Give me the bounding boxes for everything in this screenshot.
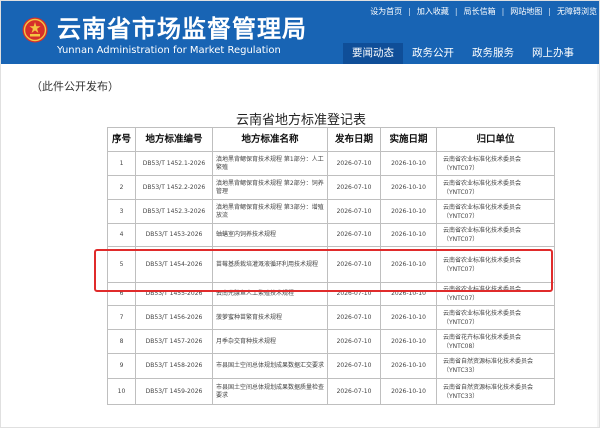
cell-code: DB53/T 1458-2026 bbox=[135, 353, 213, 379]
cell-impl-date: 2026-10-10 bbox=[380, 199, 437, 224]
nav-item-news[interactable]: 要闻动态 bbox=[343, 43, 403, 64]
cell-name: 菠萝蜜种苗繁育技术规程 bbox=[212, 305, 328, 330]
table-row: 7 DB53/T 1456-2026 菠萝蜜种苗繁育技术规程 2026-07-10 20… bbox=[107, 305, 555, 330]
cell-name: 滇地黑背鳃保育技术规程 第1部分：人工繁殖 bbox=[212, 151, 328, 176]
cell-no: 3 bbox=[107, 199, 136, 224]
cell-no: 2 bbox=[107, 175, 136, 200]
cell-impl-date: 2026-10-10 bbox=[380, 282, 437, 306]
publish-notice: （此件公开发布） bbox=[31, 80, 119, 93]
top-link-home[interactable]: 设为首页 bbox=[370, 7, 402, 17]
cell-unit: 云南省农业标准化技术委员会（YNTC07） bbox=[436, 305, 555, 330]
site-name-en: Yunnan Administration for Market Regulat… bbox=[57, 45, 281, 56]
cell-no: 10 bbox=[107, 378, 136, 405]
standards-table: 序号 地方标准编号 地方标准名称 发布日期 实施日期 归口单位 1 DB53/T … bbox=[107, 127, 555, 405]
national-emblem-icon bbox=[22, 17, 48, 43]
cell-no: 9 bbox=[107, 353, 136, 379]
table-row: 8 DB53/T 1457-2026 月季杂交育种技术规程 2026-07-10 202… bbox=[107, 329, 555, 354]
cell-impl-date: 2026-10-10 bbox=[380, 151, 437, 176]
cell-pub-date: 2026-07-10 bbox=[327, 223, 381, 247]
cell-unit: 云南省农业标准化技术委员会（YNTC07） bbox=[436, 151, 555, 176]
cell-name: 滇地黑背鳃保育技术规程 第2部分：饲养管理 bbox=[212, 175, 328, 200]
cell-name: 月季杂交育种技术规程 bbox=[212, 329, 328, 354]
cell-code: DB53/T 1457-2026 bbox=[135, 329, 213, 354]
cell-unit: 云南省自然资源标准化技术委员会（YNTC33） bbox=[436, 353, 555, 379]
cell-name: 市县国土空间总体规划成果数据质量检查要求 bbox=[212, 378, 328, 405]
cell-unit: 云南省农业标准化技术委员会（YNTC07） bbox=[436, 175, 555, 200]
cell-pub-date: 2026-07-10 bbox=[327, 282, 381, 306]
page: 云南省市场监督管理局 Yunnan Administration for Mar… bbox=[0, 0, 600, 428]
col-header-pub-date: 发布日期 bbox=[327, 127, 381, 152]
cell-pub-date: 2026-07-10 bbox=[327, 151, 381, 176]
top-link-favorite[interactable]: 加入收藏 bbox=[417, 7, 449, 17]
cell-no: 5 bbox=[107, 246, 136, 283]
nav-item-gov-affairs[interactable]: 政务公开 bbox=[403, 43, 463, 64]
cell-pub-date: 2026-07-10 bbox=[327, 353, 381, 379]
col-header-name: 地方标准名称 bbox=[212, 127, 328, 152]
top-link-accessibility[interactable]: 无障碍浏览 bbox=[557, 7, 597, 17]
cell-unit: 云南省农业标准化技术委员会（YNTC07） bbox=[436, 199, 555, 224]
table-row: 3 DB53/T 1452.3-2026 滇地黑背鳃保育技术规程 第3部分：增殖放流… bbox=[107, 199, 555, 224]
top-link-sitemap[interactable]: 网站地图 bbox=[510, 7, 542, 17]
site-header: 云南省市场监督管理局 Yunnan Administration for Mar… bbox=[1, 1, 599, 64]
cell-pub-date: 2026-07-10 bbox=[327, 378, 381, 405]
top-link-mailbox[interactable]: 局长信箱 bbox=[464, 7, 496, 17]
cell-no: 7 bbox=[107, 305, 136, 330]
cell-code: DB53/T 1455-2026 bbox=[135, 282, 213, 306]
document-title: 云南省地方标准登记表 bbox=[235, 113, 366, 128]
cell-impl-date: 2026-10-10 bbox=[380, 378, 437, 405]
cell-unit: 云南省农业标准化技术委员会（YNTC07） bbox=[436, 282, 555, 306]
nav-item-online[interactable]: 网上办事 bbox=[523, 43, 583, 64]
cell-code: DB53/T 1452.3-2026 bbox=[135, 199, 213, 224]
cell-code: DB53/T 1452.1-2026 bbox=[135, 151, 213, 176]
cell-impl-date: 2026-10-10 bbox=[380, 175, 437, 200]
table-row: 1 DB53/T 1452.1-2026 滇地黑背鳃保育技术规程 第1部分：人工繁殖… bbox=[107, 151, 555, 176]
cell-code: DB53/T 1453-2026 bbox=[135, 223, 213, 247]
cell-name: 云南光腺鱼人工繁殖技术规程 bbox=[212, 282, 328, 306]
table-row: 10 DB53/T 1459-2026 市县国土空间总体规划成果数据质量检查要求 20… bbox=[107, 378, 555, 405]
cell-impl-date: 2026-10-10 bbox=[380, 305, 437, 330]
cell-code: DB53/T 1454-2026 bbox=[135, 246, 213, 283]
table-row: 6 DB53/T 1455-2026 云南光腺鱼人工繁殖技术规程 2026-07-10… bbox=[107, 282, 555, 306]
table-row: 9 DB53/T 1458-2026 市县国土空间总体规划成果数据汇交要求 2026-… bbox=[107, 353, 555, 379]
cell-name: 蚰蟮室内饲养技术规程 bbox=[212, 223, 328, 247]
cell-pub-date: 2026-07-10 bbox=[327, 246, 381, 283]
main-nav: 要闻动态 政务公开 政务服务 网上办事 bbox=[343, 43, 583, 64]
cell-no: 6 bbox=[107, 282, 136, 306]
site-name: 云南省市场监督管理局 bbox=[57, 15, 307, 43]
cell-pub-date: 2026-07-10 bbox=[327, 175, 381, 200]
cell-unit: 云南省农业标准化技术委员会（YNTC07） bbox=[436, 223, 555, 247]
cell-unit: 云南省自然资源标准化技术委员会（YNTC33） bbox=[436, 378, 555, 405]
table-row: 4 DB53/T 1453-2026 蚰蟮室内饲养技术规程 2026-07-10 202… bbox=[107, 223, 555, 247]
table-row: 5 DB53/T 1454-2026 苗莓基质栽培灌溉液循环利用技术规程 2026-0… bbox=[107, 246, 555, 283]
cell-unit: 云南省花卉标准化技术委员会（YNTC08） bbox=[436, 329, 555, 354]
col-header-code: 地方标准编号 bbox=[135, 127, 213, 152]
col-header-no: 序号 bbox=[107, 127, 136, 152]
cell-code: DB53/T 1456-2026 bbox=[135, 305, 213, 330]
cell-impl-date: 2026-10-10 bbox=[380, 246, 437, 283]
col-header-unit: 归口单位 bbox=[436, 127, 555, 152]
nav-item-services[interactable]: 政务服务 bbox=[463, 43, 523, 64]
table-row: 2 DB53/T 1452.2-2026 滇地黑背鳃保育技术规程 第2部分：饲养管理… bbox=[107, 175, 555, 200]
cell-name: 苗莓基质栽培灌溉液循环利用技术规程 bbox=[212, 246, 328, 283]
cell-unit: 云南省农业标准化技术委员会（YNTC07） bbox=[436, 246, 555, 283]
cell-no: 4 bbox=[107, 223, 136, 247]
cell-impl-date: 2026-10-10 bbox=[380, 223, 437, 247]
cell-no: 8 bbox=[107, 329, 136, 354]
cell-code: DB53/T 1459-2026 bbox=[135, 378, 213, 405]
cell-name: 市县国土空间总体规划成果数据汇交要求 bbox=[212, 353, 328, 379]
table-header-row: 序号 地方标准编号 地方标准名称 发布日期 实施日期 归口单位 bbox=[107, 127, 555, 152]
cell-impl-date: 2026-10-10 bbox=[380, 329, 437, 354]
cell-code: DB53/T 1452.2-2026 bbox=[135, 175, 213, 200]
cell-name: 滇地黑背鳃保育技术规程 第3部分：增殖放流 bbox=[212, 199, 328, 224]
cell-no: 1 bbox=[107, 151, 136, 176]
col-header-impl-date: 实施日期 bbox=[380, 127, 437, 152]
cell-impl-date: 2026-10-10 bbox=[380, 353, 437, 379]
cell-pub-date: 2026-07-10 bbox=[327, 199, 381, 224]
cell-pub-date: 2026-07-10 bbox=[327, 329, 381, 354]
top-links: 设为首页 | 加入收藏 | 局长信箱 | 网站地图 | 无障碍浏览 bbox=[370, 7, 597, 17]
cell-pub-date: 2026-07-10 bbox=[327, 305, 381, 330]
